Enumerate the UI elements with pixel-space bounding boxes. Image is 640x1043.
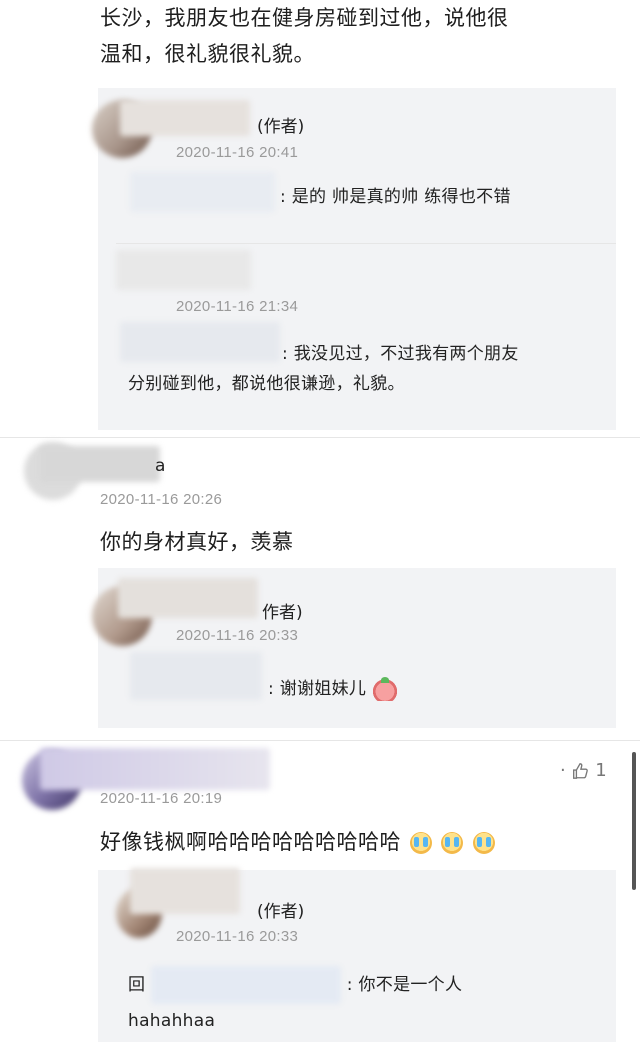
divider [116,243,616,244]
crying-laughing-emoji-icon [472,832,495,854]
reply-text-line: hahahhaa [128,1011,216,1031]
reply-text-line: : 你不是一个人 [346,975,463,995]
crying-laughing-emoji-icon [410,832,433,854]
username-blurred[interactable] [130,652,262,700]
username-blurred[interactable] [130,172,275,212]
comment-text: 好像钱枫啊哈哈哈哈哈哈哈哈哈 [100,824,495,860]
comment-text-content: 好像钱枫啊哈哈哈哈哈哈哈哈哈 [100,830,401,854]
timestamp: 2020-11-16 20:33 [176,928,299,945]
crying-laughing-emoji-icon [441,832,464,854]
thumbs-up-icon [573,763,589,779]
timestamp: 2020-11-16 20:26 [100,491,223,508]
username-blurred[interactable] [40,446,160,482]
timestamp: 2020-11-16 20:33 [176,627,299,644]
username-blurred[interactable] [118,578,258,618]
reply-text: : 是的 帅是真的帅 练得也不错 [280,187,511,207]
avatar-blurred[interactable] [116,250,251,290]
reply-text-line: : 我没见过，不过我有两个朋友 [282,344,519,364]
reply-text: : 谢谢姐妹儿 [268,674,398,704]
username-blurred[interactable] [151,966,342,1004]
comment-text: 你的身材真好，羡慕 [100,530,294,554]
username-blurred[interactable] [40,748,270,790]
reply-text-content: : 谢谢姐妹儿 [268,679,367,699]
timestamp: 2020-11-16 21:34 [176,298,299,315]
timestamp: 2020-11-16 20:41 [176,144,299,161]
divider [0,740,640,741]
reply-text: : 我没见过，不过我有两个朋友 分别碰到他，都说他很谦逊，礼貌。 [128,339,608,399]
comment-text: 长沙，我朋友也在健身房碰到过他，说他很 温和，很礼貌很礼貌。 [100,0,620,72]
reply-prefix: 回 [128,975,146,995]
like-count: 1 [595,760,607,781]
author-tag: (作者) [257,117,305,137]
author-tag: 作者) [262,603,303,623]
like-button[interactable]: · 1 [560,760,607,781]
author-tag: (作者) [257,902,305,922]
like-separator: · [560,760,566,781]
reply-text: 回 : 你不是一个人 hahahhaa [128,966,608,1036]
scrollbar[interactable] [632,752,636,890]
username-blurred[interactable] [130,868,240,914]
divider [0,437,640,438]
timestamp: 2020-11-16 20:19 [100,790,223,807]
username-suffix: a [155,456,166,476]
reply-text-line: 分别碰到他，都说他很谦逊，礼貌。 [128,374,405,394]
username-blurred[interactable] [120,100,250,136]
peach-emoji-icon [371,677,398,701]
comment-text-line: 温和，很礼貌很礼貌。 [100,42,315,66]
comment-text-line: 长沙，我朋友也在健身房碰到过他，说他很 [100,6,509,30]
